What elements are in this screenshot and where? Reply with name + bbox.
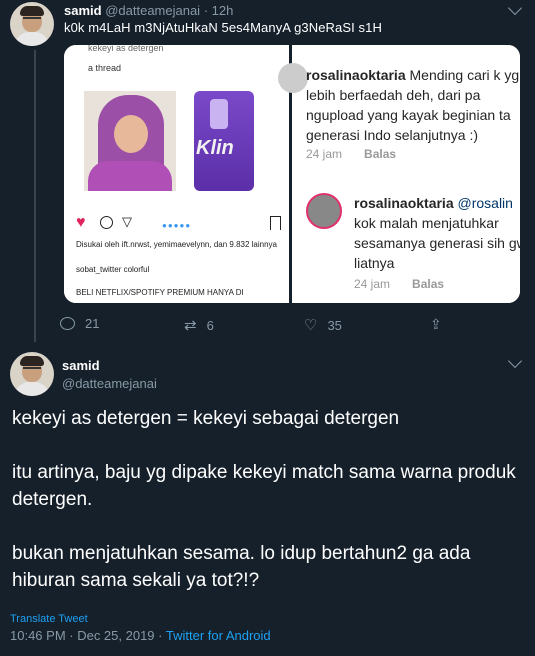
retweet-count: 6	[206, 317, 214, 333]
comment-meta: 24 jam Balas	[306, 147, 397, 161]
heart-icon: ♥	[76, 214, 86, 231]
handle[interactable]: @datteamejanai	[62, 376, 157, 391]
tweet-media[interactable]: kekeyi as detergen a thread Klin ♥ ▽ ●●●…	[64, 45, 520, 303]
tweet-text: k0k m4LaH m3NjAtuHkaN 5es4ManyA g3NeRaSI…	[64, 20, 382, 35]
commenter-avatar	[306, 193, 342, 229]
like-button[interactable]: ♡ 35	[304, 316, 342, 334]
like-count: 35	[327, 317, 342, 333]
bookmark-icon	[270, 216, 281, 230]
commenter-avatar	[278, 63, 308, 93]
instagram-comment: rosalinaoktaria Mending cari k yg lebih …	[306, 67, 520, 143]
media-image-right[interactable]: rosalinaoktaria Mending cari k yg lebih …	[278, 45, 520, 303]
tweet-timestamp: 10:46 PM · Dec 25, 2019 · Twitter for An…	[10, 628, 271, 643]
image-caption-top: kekeyi as detergen	[88, 45, 164, 53]
instagram-action-bar: ♥ ▽ ●●●●●	[76, 214, 284, 231]
send-icon: ▽	[122, 214, 132, 229]
retweet-icon: ⇄	[184, 317, 197, 334]
chevron-down-icon[interactable]	[507, 0, 523, 16]
liked-by-text: Disukai oleh ift.nrwst, yemimaevelynn, d…	[76, 240, 277, 249]
promo-text: BELI NETFLIX/SPOTIFY PREMIUM HANYA DI	[76, 288, 244, 297]
retweet-button[interactable]: ⇄ 6	[184, 316, 214, 334]
photo-detergen: Klin	[188, 91, 258, 191]
translate-tweet-link[interactable]: Translate Tweet	[10, 613, 88, 625]
tweet-header: samid @datteamejanai · 12h	[64, 3, 234, 18]
share-button[interactable]: ⇪	[430, 316, 442, 333]
share-icon: ⇪	[430, 316, 442, 332]
display-name[interactable]: samid	[62, 358, 100, 373]
comment-icon	[100, 216, 113, 229]
reply-icon	[60, 317, 75, 330]
display-name[interactable]: samid	[64, 3, 102, 18]
reply-button[interactable]: 21	[60, 316, 99, 331]
comment-meta: 24 jam Balas	[354, 277, 445, 291]
media-image-left[interactable]: kekeyi as detergen a thread Klin ♥ ▽ ●●●…	[64, 45, 289, 303]
thread-connector-line	[34, 50, 36, 342]
photo-girl	[84, 91, 176, 191]
product-logo: Klin	[196, 137, 234, 159]
avatar[interactable]	[10, 352, 54, 396]
chevron-down-icon[interactable]	[507, 353, 523, 369]
avatar[interactable]	[10, 2, 54, 46]
tweet-time[interactable]: 12h	[212, 3, 234, 18]
reply-count: 21	[85, 316, 100, 331]
heart-icon: ♡	[304, 317, 318, 334]
instagram-comment: rosalinaoktaria @rosalin kok malah menja…	[354, 195, 520, 271]
tweet-actions: 21 ⇄ 6 ♡ 35 ⇪	[60, 316, 520, 336]
carousel-dots-icon: ●●●●●	[162, 221, 192, 230]
image-caption: a thread	[88, 63, 122, 73]
post-user: sobat_twitter colorful	[76, 265, 150, 274]
handle[interactable]: @datteamejanai	[105, 3, 200, 18]
tweet-text: kekeyi as detergen = kekeyi sebagai dete…	[12, 408, 516, 591]
source-link[interactable]: Twitter for Android	[166, 628, 271, 643]
